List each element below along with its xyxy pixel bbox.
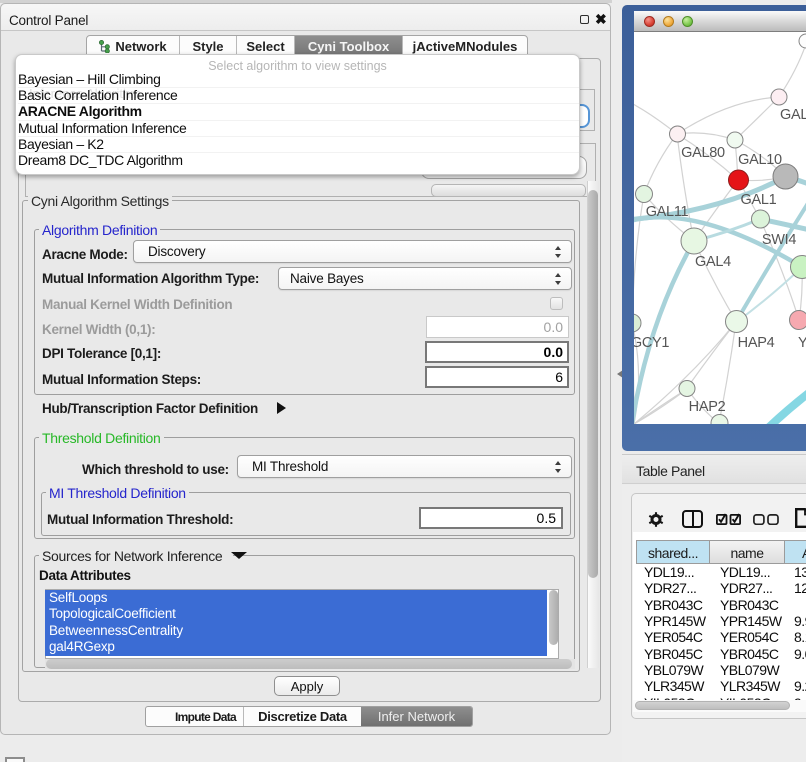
svg-text:SWI4: SWI4 <box>762 232 796 248</box>
svg-text:GAL1: GAL1 <box>741 192 777 208</box>
svg-text:GAL10: GAL10 <box>738 152 782 168</box>
svg-text:GAL7: GAL7 <box>780 107 806 123</box>
svg-text:GCY1: GCY1 <box>634 335 669 351</box>
svg-text:GAL4: GAL4 <box>695 254 731 270</box>
svg-text:GAL11: GAL11 <box>646 204 689 220</box>
svg-text:GAL80: GAL80 <box>681 145 725 161</box>
svg-text:YD: YD <box>798 335 806 351</box>
svg-text:HAP4: HAP4 <box>738 335 775 351</box>
svg-text:HAP2: HAP2 <box>689 399 726 415</box>
